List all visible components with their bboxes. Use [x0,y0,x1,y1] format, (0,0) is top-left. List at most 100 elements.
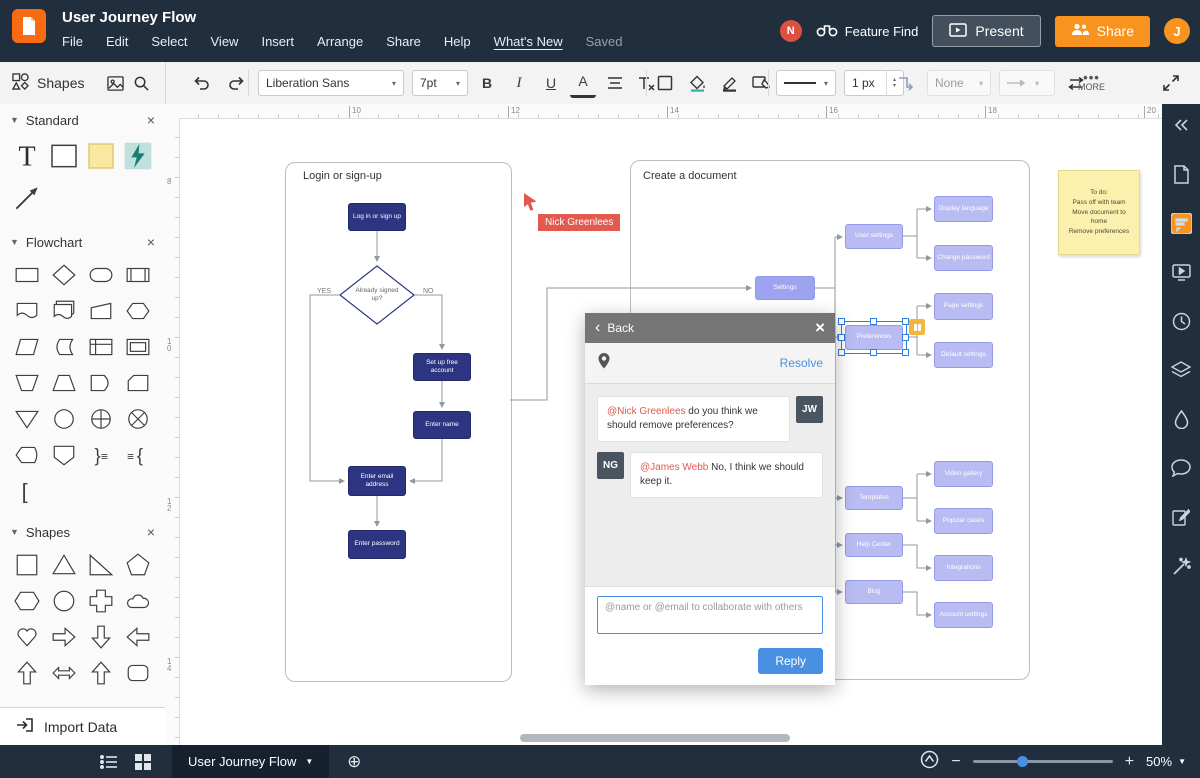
shape-preparation[interactable] [120,296,157,326]
shape-outline-icon[interactable] [652,70,678,96]
selection-handle[interactable] [902,318,909,325]
shape-bracket[interactable]: [ [8,476,45,506]
zoom-slider-handle[interactable] [1016,756,1028,767]
comment-mention[interactable]: @James Webb [640,462,708,473]
shape-sticky-note[interactable] [83,138,120,174]
share-button[interactable]: Share [1054,15,1150,47]
selection-handle[interactable] [870,318,877,325]
diagram-canvas[interactable]: 10 12 14 16 18 20 8101214 Login or sign-up Cr… [165,104,1162,745]
page-list-icon[interactable] [92,745,126,778]
selection-handle[interactable] [838,318,845,325]
font-size-select[interactable]: 7pt ▾ [412,70,468,96]
shape-manual-operation[interactable] [8,368,45,398]
node-blog[interactable]: Blog [845,580,903,604]
menu-file[interactable]: File [62,34,83,49]
reply-input[interactable] [597,596,823,634]
shape-delay[interactable] [83,368,120,398]
more-tools-button[interactable]: ••• MORE [1078,71,1105,92]
feature-find-button[interactable]: Feature Find [816,23,918,40]
node-help-center[interactable]: Help Center [845,533,903,557]
shape-arrow[interactable] [8,180,45,216]
page-grid-icon[interactable] [126,745,160,778]
text-color-button[interactable]: A [570,69,596,98]
shape-pentagon[interactable] [120,550,157,580]
zoom-in-button[interactable]: + [1125,753,1134,771]
document-title[interactable]: User Journey Flow [62,9,196,26]
node-password[interactable]: Enter password [348,530,406,559]
shape-arrow-up-hollow[interactable] [83,658,120,688]
chat-icon[interactable] [1170,457,1192,479]
shape-document[interactable] [8,296,45,326]
zoom-out-button[interactable]: − [951,753,960,771]
shape-arrow-up[interactable] [8,658,45,688]
node-signup-q[interactable]: Already signed up? [339,265,415,325]
shape-brace-right[interactable]: } ≡ [83,440,120,470]
shape-brace-left[interactable]: ≡{ [120,440,157,470]
layers-icon[interactable] [1170,359,1192,381]
redo-icon[interactable] [224,70,250,96]
node-account-settings[interactable]: Account settings [934,602,993,628]
shape-internal-storage[interactable] [83,332,120,362]
notes-icon[interactable] [1170,506,1192,528]
shape-cross[interactable] [83,586,120,616]
connector-type-icon[interactable] [893,70,919,96]
menu-what-s-new[interactable]: What's New [494,34,563,49]
shape-process[interactable] [8,260,45,290]
selection-handle[interactable] [902,333,909,341]
selection-handle[interactable] [838,349,845,356]
ink-drop-icon[interactable] [1170,408,1192,430]
selection-handle[interactable] [902,349,909,356]
node-settings[interactable]: Settings [755,276,815,300]
shape-text[interactable]: T [8,138,45,174]
shape-connector[interactable] [45,404,82,434]
search-shapes-icon[interactable] [128,70,154,96]
menu-view[interactable]: View [211,34,239,49]
close-icon[interactable]: × [815,318,825,338]
shape-arrow-left[interactable] [120,622,157,652]
shape-rectangle[interactable] [45,138,82,174]
shape-circle[interactable] [45,586,82,616]
shape-right-triangle[interactable] [83,550,120,580]
sticky-note[interactable]: To do: Pass off with team Move document to… [1058,170,1140,255]
node-setup[interactable]: Set up free account [413,353,471,381]
text-align-icon[interactable] [602,70,628,96]
section-header-standard[interactable]: ▼ Standard × [0,104,165,136]
undo-icon[interactable] [188,70,214,96]
shape-arrow-left-right[interactable] [45,658,82,688]
zoom-level-select[interactable]: 50% ▼ [1146,754,1186,769]
menu-insert[interactable]: Insert [261,34,294,49]
node-name[interactable]: Enter name [413,411,471,439]
node-integrations[interactable]: Integrations [934,555,993,581]
line-style-select[interactable]: ▾ [776,70,836,96]
line-start-select[interactable]: None ▾ [927,70,991,96]
shape-predefined-process[interactable] [120,260,157,290]
document-icon[interactable] [1170,163,1192,185]
pan-navigator-icon[interactable] [920,750,939,774]
shape-tagged-document[interactable] [45,296,82,326]
shape-arrow-down[interactable] [83,622,120,652]
line-end-select[interactable]: ▾ [999,70,1055,96]
menu-help[interactable]: Help [444,34,471,49]
shape-heart[interactable] [8,622,45,652]
selection-handle[interactable] [870,349,877,356]
shapes-panel-button[interactable]: Shapes [0,73,84,93]
fill-color-icon[interactable] [684,70,710,96]
comments-icon[interactable] [1170,212,1192,234]
node-default-settings[interactable]: Default settings [934,342,993,368]
shape-square[interactable] [8,550,45,580]
shape-decision[interactable] [45,260,82,290]
magic-wand-icon[interactable] [1170,555,1192,577]
page-tab[interactable]: User Journey Flow ▼ [172,745,330,778]
shape-display[interactable] [8,440,45,470]
history-icon[interactable] [1170,310,1192,332]
close-icon[interactable]: × [147,112,155,128]
menu-edit[interactable]: Edit [106,34,128,49]
user-avatar[interactable]: J [1164,18,1190,44]
shape-off-page[interactable] [45,440,82,470]
comment-indicator-badge[interactable] [909,319,925,335]
shape-cloud[interactable] [120,586,157,616]
node-email[interactable]: Enter email address [348,466,406,496]
bold-button[interactable]: B [474,70,500,96]
shape-card[interactable] [120,368,157,398]
underline-button[interactable]: U [538,70,564,96]
